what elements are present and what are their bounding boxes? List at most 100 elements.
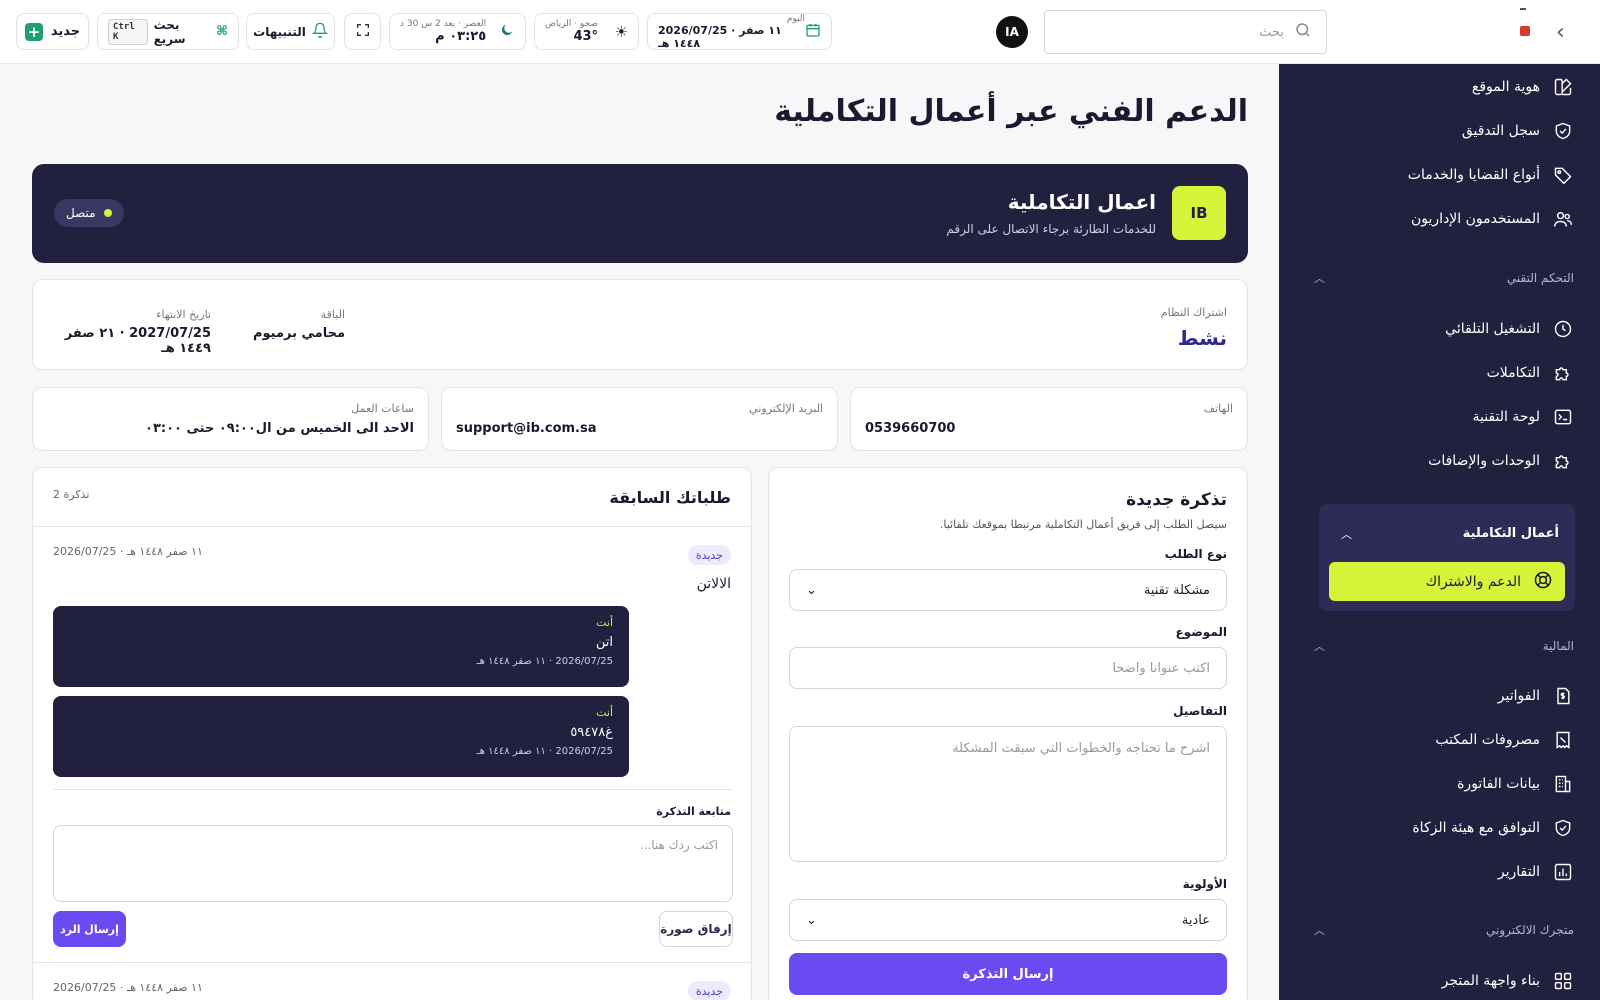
collapse-sidebar-icon[interactable]: ‹ bbox=[1556, 20, 1565, 45]
terminal-icon bbox=[1552, 406, 1574, 428]
email-label: البريد الإلكتروني bbox=[749, 402, 823, 415]
quick-search-button[interactable]: Ctrl K بحث سريع ⌘ bbox=[97, 13, 239, 50]
group-title[interactable]: أعمال التكاملية bbox=[1463, 526, 1559, 541]
sidebar-item-site-identity[interactable]: هوية الموقع bbox=[1472, 76, 1574, 98]
phone-card: الهاتف 0539660700 bbox=[850, 387, 1248, 451]
sidebar-item-office-expenses[interactable]: مصروفات المكتب bbox=[1435, 729, 1574, 751]
subject-placeholder: اكتب عنوانا واضحا bbox=[1112, 660, 1210, 676]
divider bbox=[33, 526, 751, 527]
sidebar-item-case-types[interactable]: أنواع القضايا والخدمات bbox=[1408, 164, 1574, 186]
receipt-icon bbox=[1552, 729, 1574, 751]
priority-label: الأولوية bbox=[1182, 877, 1227, 891]
sidebar-item-label: التكاملات bbox=[1486, 365, 1540, 381]
email-value[interactable]: support@ib.com.sa bbox=[456, 421, 597, 436]
user-avatar[interactable]: IA bbox=[996, 16, 1028, 48]
dollar-file-icon bbox=[1552, 685, 1574, 707]
details-textarea[interactable]: اشرح ما تحتاجه والخطوات التي سبقت المشكل… bbox=[789, 726, 1227, 862]
date-value: 2026/07/25 · ١١ صفر ١٤٤٨ هـ bbox=[658, 23, 782, 50]
follow-up-label: متابعة التذكرة bbox=[656, 805, 731, 818]
lifebuoy-icon bbox=[1533, 570, 1553, 594]
previous-requests-card: طلباتك السابقة 2 تذكرة جديدة 2026/07/25 … bbox=[32, 467, 752, 1000]
status-dot bbox=[103, 209, 112, 217]
tag-icon bbox=[1552, 164, 1574, 186]
section-store[interactable]: ︿ متجرك الالكتروني bbox=[1314, 922, 1574, 938]
calendar-icon bbox=[805, 22, 821, 42]
expiry-value: 2027/07/25 · ٢١ صفر ١٤٤٩ هـ bbox=[64, 326, 211, 356]
weather-widget[interactable]: صحو · الرياض 43° ☀ bbox=[534, 13, 639, 50]
message-text: غ٥٩٤٧٨ bbox=[570, 725, 613, 740]
message-bubble: أنت غ٥٩٤٧٨ 2026/07/25 · ١١ صفر ١٤٤٨ هـ bbox=[53, 696, 629, 777]
sidebar-item-store-builder[interactable]: بناء واجهة المتجر bbox=[1442, 970, 1574, 992]
chevron-up-icon: ︿ bbox=[1314, 640, 1325, 653]
prayer-time: ٠٣:٢٥ م bbox=[435, 29, 487, 44]
ticket-date: 2026/07/25 · ١١ صفر ١٤٤٨ هـ bbox=[53, 545, 203, 558]
prayer-widget[interactable]: العصر · بعد 2 س 30 د ٠٣:٢٥ م bbox=[389, 13, 526, 50]
provider-logo: IB bbox=[1172, 186, 1226, 240]
section-label: المالية bbox=[1542, 639, 1574, 653]
sidebar-item-automation[interactable]: التشغيل التلقائي bbox=[1445, 318, 1574, 340]
grid-icon bbox=[1552, 970, 1574, 992]
building-icon bbox=[1552, 773, 1574, 795]
shield-check-icon bbox=[1552, 120, 1574, 142]
sidebar-item-tech-panel[interactable]: لوحة التقنية bbox=[1472, 406, 1574, 428]
ticket-subject[interactable]: الالاتن bbox=[697, 576, 731, 592]
date-label: اليوم bbox=[786, 13, 805, 24]
message-date: 2026/07/25 · ١١ صفر ١٤٤٨ هـ bbox=[476, 746, 613, 757]
email-card: البريد الإلكتروني support@ib.com.sa bbox=[441, 387, 838, 451]
sidebar-item-label: لوحة التقنية bbox=[1472, 409, 1540, 425]
shortcut-hint: Ctrl K bbox=[108, 18, 148, 45]
section-label: التحكم التقني bbox=[1506, 271, 1574, 285]
new-ticket-subtitle: سيصل الطلب إلى فريق أعمال التكاملية مرتب… bbox=[939, 518, 1227, 531]
request-type-select[interactable]: مشكلة تقنية ⌄ bbox=[789, 569, 1227, 611]
sidebar-item-audit-log[interactable]: سجل التدقيق bbox=[1462, 120, 1574, 142]
request-type-label: نوع الطلب bbox=[1164, 547, 1227, 561]
chevron-down-icon: ⌄ bbox=[806, 582, 817, 598]
reply-placeholder: اكتب ردك هنا... bbox=[639, 838, 718, 852]
ticket-date: 2026/07/25 · ١١ صفر ١٤٤٨ هـ bbox=[53, 981, 203, 994]
plus-icon: + bbox=[24, 22, 43, 41]
provider-subtitle: للخدمات الطارئة برجاء الاتصال على الرقم bbox=[946, 222, 1156, 236]
sidebar-item-reports[interactable]: التقارير bbox=[1498, 861, 1574, 883]
new-button[interactable]: + جديد bbox=[16, 13, 89, 50]
reply-textarea[interactable]: اكتب ردك هنا... bbox=[53, 825, 733, 902]
command-icon: ⌘ bbox=[215, 24, 228, 39]
section-tech-control[interactable]: ︿ التحكم التقني bbox=[1314, 270, 1574, 286]
sidebar-item-zakat[interactable]: التوافق مع هيئة الزكاة bbox=[1412, 817, 1574, 839]
sidebar-item-integrations[interactable]: التكاملات bbox=[1487, 362, 1574, 384]
attach-image-button[interactable]: إرفاق صورة bbox=[659, 911, 733, 947]
sidebar-item-admin-users[interactable]: المستخدمون الإداريون bbox=[1411, 208, 1574, 230]
fullscreen-button[interactable] bbox=[344, 13, 381, 50]
sidebar-item-modules[interactable]: الوحدات والإضافات bbox=[1428, 450, 1574, 472]
sidebar-item-label: الدعم والاشتراك bbox=[1425, 573, 1521, 590]
users-icon bbox=[1552, 208, 1574, 230]
phone-value[interactable]: 0539660700 bbox=[865, 421, 955, 436]
request-type-value: مشكلة تقنية bbox=[1143, 582, 1210, 598]
sidebar-item-label: مصروفات المكتب bbox=[1435, 732, 1540, 748]
notifications-button[interactable]: التنبيهات bbox=[246, 13, 335, 50]
section-label: متجرك الالكتروني bbox=[1486, 923, 1574, 937]
sidebar-item-invoice-data[interactable]: بيانات الفاتورة bbox=[1457, 773, 1574, 795]
shield-check-icon bbox=[1552, 817, 1574, 839]
sidebar-item-label: سجل التدقيق bbox=[1461, 123, 1540, 139]
priority-select[interactable]: عادية ⌄ bbox=[789, 899, 1227, 941]
clock-icon bbox=[1552, 318, 1574, 340]
chevron-up-icon[interactable]: ︿ bbox=[1341, 526, 1352, 542]
send-reply-button[interactable]: إرسال الرد bbox=[53, 911, 126, 947]
sidebar-item-invoices[interactable]: الفواتير bbox=[1498, 685, 1574, 707]
section-finance[interactable]: ︿ المالية bbox=[1314, 638, 1574, 654]
subject-input[interactable]: اكتب عنوانا واضحا bbox=[789, 647, 1227, 689]
divider bbox=[33, 962, 751, 963]
date-widget[interactable]: اليوم 2026/07/25 · ١١ صفر ١٤٤٨ هـ bbox=[647, 13, 832, 50]
message-author: أنت bbox=[596, 706, 613, 719]
sidebar-item-support-subscription[interactable]: الدعم والاشتراك bbox=[1329, 562, 1565, 601]
message-text: اتن bbox=[595, 635, 613, 650]
hours-card: ساعات العمل الاحد الى الخميس من ال٠٩:٠٠ … bbox=[32, 387, 429, 451]
new-button-label: جديد bbox=[50, 24, 81, 39]
divider bbox=[53, 789, 733, 790]
chevron-up-icon: ︿ bbox=[1314, 272, 1325, 285]
search-icon bbox=[1294, 21, 1312, 43]
search-input[interactable]: بحث bbox=[1044, 10, 1327, 54]
message-bubble: أنت اتن 2026/07/25 · ١١ صفر ١٤٤٨ هـ bbox=[53, 606, 629, 687]
submit-ticket-button[interactable]: إرسال التذكرة bbox=[789, 953, 1227, 995]
sidebar-group-integration: ︿ أعمال التكاملية الدعم والاشتراك bbox=[1319, 504, 1575, 611]
